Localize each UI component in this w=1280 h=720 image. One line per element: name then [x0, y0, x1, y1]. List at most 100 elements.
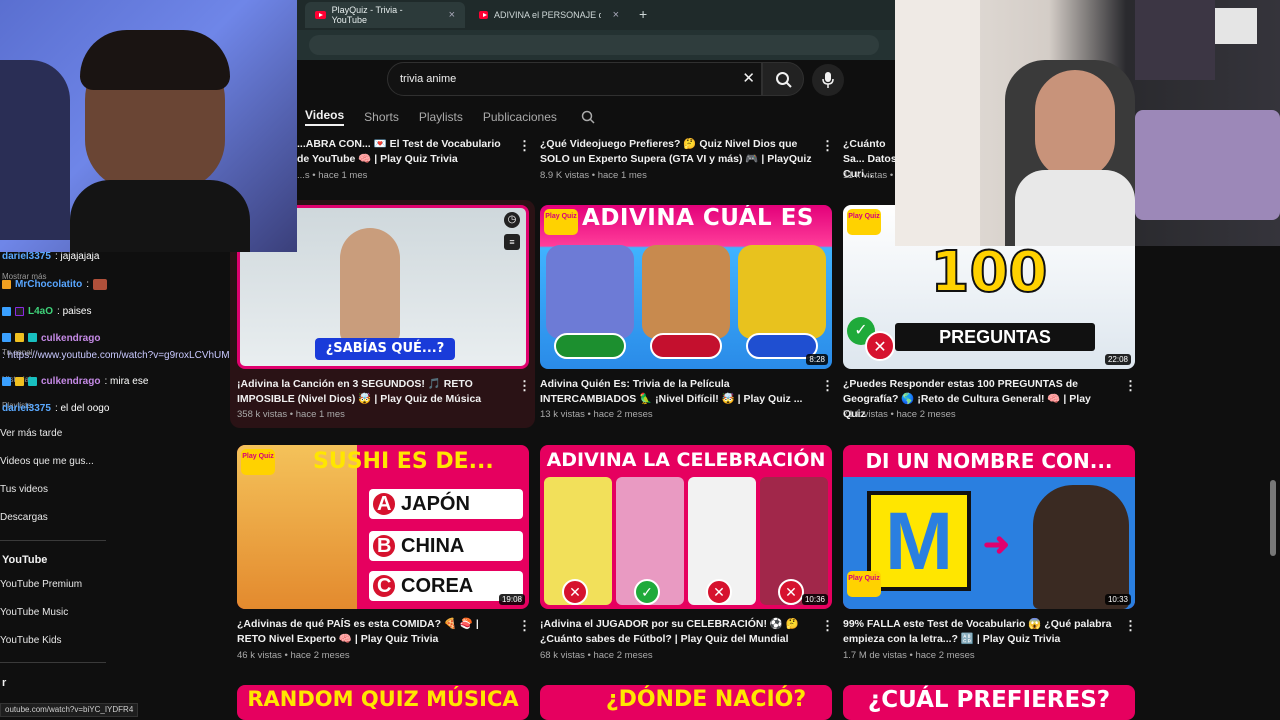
- badge-icon: [2, 280, 11, 289]
- channel-search-icon[interactable]: [581, 110, 595, 124]
- search-input[interactable]: trivia anime ✕: [387, 62, 762, 96]
- badge-icon: [28, 333, 37, 342]
- new-tab-button[interactable]: +: [639, 6, 647, 22]
- letter-box: M: [867, 491, 971, 591]
- thumbnail-caption: RANDOM QUIZ MÚSICA: [247, 687, 519, 711]
- sidebar-item-youtube-premium[interactable]: YouTube Premium: [0, 579, 82, 590]
- video-thumbnail[interactable]: ¿CUÁL PREFIERES?: [843, 685, 1135, 720]
- chat-text: : el del oogo: [54, 403, 110, 414]
- voice-search-button[interactable]: [812, 64, 844, 96]
- sidebar-item-downloads[interactable]: Descargas: [0, 512, 48, 523]
- sidebar-item-youtube-kids[interactable]: YouTube Kids: [0, 635, 62, 646]
- more-options-icon[interactable]: ⋮: [821, 378, 834, 394]
- sidebar-item-your-videos[interactable]: Tus videos: [0, 484, 48, 495]
- chat-link[interactable]: : https://www.youtube.com/watch?v=g9roxL…: [2, 348, 242, 363]
- channel-tabs: Videos Shorts Playlists Publicaciones: [305, 106, 595, 128]
- browser-tabstrip: PlayQuiz - Trivia - YouTube × ADIVINA el…: [297, 0, 895, 30]
- tab-videos[interactable]: Videos: [305, 108, 345, 126]
- badge-icon: [2, 307, 11, 316]
- person-image: [340, 228, 400, 343]
- close-icon[interactable]: ×: [449, 9, 455, 21]
- tab-playlists[interactable]: Playlists: [419, 110, 463, 124]
- video-title[interactable]: 99% FALLA este Test de Vocabulario 😱 ¿Qu…: [843, 617, 1113, 647]
- sidebar-section-more-from-youtube: YouTube: [2, 554, 48, 566]
- video-title[interactable]: ¿Qué Videojuego Prefieres? 🤔 Quiz Nivel …: [540, 137, 815, 167]
- more-options-icon[interactable]: ⋮: [821, 138, 834, 154]
- sidebar-item-liked-videos[interactable]: Videos que me gus...: [0, 456, 94, 467]
- video-title[interactable]: ¡Adivina el JUGADOR por su CELEBRACIÓN! …: [540, 617, 810, 647]
- address-bar[interactable]: [309, 35, 879, 55]
- video-thumbnail[interactable]: DI UN NOMBRE CON... M ➜ Play Quiz 10:33: [843, 445, 1135, 609]
- person-image: [1033, 485, 1129, 609]
- close-icon[interactable]: ×: [613, 9, 619, 21]
- video-title[interactable]: ¡Adivina la Canción en 3 SEGUNDOS! 🎵 RET…: [237, 377, 507, 407]
- more-options-icon[interactable]: ⋮: [518, 378, 531, 394]
- video-duration: 8:28: [806, 354, 828, 365]
- chat-message: L4aO : paises: [2, 306, 91, 317]
- more-options-icon[interactable]: ⋮: [518, 138, 531, 154]
- link-status-bar: outube.com/watch?v=biYC_IYDFR4: [0, 703, 139, 717]
- chat-username[interactable]: culkendrago: [41, 376, 100, 387]
- chat-text: : jajajajaja: [54, 251, 100, 262]
- video-thumbnail[interactable]: ADIVINA LA CELEBRACIÓN ✕ ✓ ✕ ✕ 10:36: [540, 445, 832, 609]
- badge-icon: [15, 307, 24, 316]
- more-options-icon[interactable]: ⋮: [1124, 378, 1137, 394]
- video-meta: 8.9 K vistas • hace 1 mes: [540, 170, 647, 181]
- video-duration: 10:36: [801, 594, 828, 605]
- character-b-image: [642, 245, 730, 339]
- video-thumbnail[interactable]: Play Quiz SUSHI ES DE... A JAPÓN B CHINA…: [237, 445, 529, 609]
- video-meta: 358 k vistas • hace 1 mes: [237, 409, 345, 420]
- chat-username[interactable]: culkendrago: [41, 333, 100, 344]
- clear-search-icon[interactable]: ✕: [742, 69, 755, 87]
- wall-posters-image: [1135, 0, 1215, 80]
- video-thumbnail[interactable]: ¿DÓNDE NACIÓ?: [540, 685, 832, 720]
- browser-tab-playquiz[interactable]: PlayQuiz - Trivia - YouTube ×: [305, 2, 465, 28]
- more-options-icon[interactable]: ⋮: [518, 618, 531, 634]
- streamer-shirt-image: [70, 180, 250, 252]
- badge-icon: [15, 377, 24, 386]
- video-thumbnail[interactable]: Play Quiz ADIVINA CUÁL ES 8:28: [540, 205, 832, 369]
- badge-icon: [2, 377, 11, 386]
- play-quiz-logo: Play Quiz: [847, 571, 881, 597]
- chat-username[interactable]: dariel3375: [2, 251, 51, 262]
- arrow-icon: ➜: [983, 526, 1010, 562]
- search-button[interactable]: [762, 62, 804, 96]
- cross-icon: ✕: [706, 579, 732, 605]
- page-scrollbar[interactable]: [1270, 480, 1276, 556]
- guest-webcam: [895, 0, 1280, 246]
- youtube-favicon-icon: [315, 11, 326, 19]
- option-a: A JAPÓN: [369, 489, 523, 519]
- watch-later-icon[interactable]: ◷: [504, 212, 520, 228]
- chat-username[interactable]: MrChocolatito: [15, 279, 82, 290]
- chat-username[interactable]: L4aO: [28, 306, 53, 317]
- chat-message: MrChocolatito :: [2, 279, 107, 290]
- video-title[interactable]: Adivina Quién Es: Trivia de la Película …: [540, 377, 810, 407]
- video-title[interactable]: ¿Adivinas de qué PAÍS es esta COMIDA? 🍕 …: [237, 617, 507, 647]
- tab-shorts[interactable]: Shorts: [364, 110, 399, 124]
- more-options-icon[interactable]: ⋮: [821, 618, 834, 634]
- emote-icon: [93, 279, 107, 290]
- chat-message: culkendrago : mira ese: [2, 376, 148, 387]
- play-quiz-logo: Play Quiz: [847, 209, 881, 235]
- add-to-queue-icon[interactable]: ≡: [504, 234, 520, 250]
- tab-posts[interactable]: Publicaciones: [483, 110, 557, 124]
- video-duration: 22:08: [1104, 354, 1131, 365]
- browser-tab-adivina[interactable]: ADIVINA el PERSONAJE de NA ×: [469, 2, 629, 28]
- video-meta: 46 k vistas • hace 2 meses: [237, 650, 350, 661]
- thumbnail-caption: DI UN NOMBRE CON...: [865, 449, 1113, 473]
- chat-username[interactable]: dariel3375: [2, 403, 51, 414]
- video-meta: 11 k vistas • hace...: [843, 170, 896, 181]
- character-a-image: [546, 245, 634, 339]
- video-title[interactable]: ...ABRA CON... 💌 El Test de Vocabulario …: [297, 137, 512, 167]
- sidebar-item-watch-later[interactable]: Ver más tarde: [0, 428, 62, 439]
- sidebar-item-youtube-music[interactable]: YouTube Music: [0, 607, 68, 618]
- tab-title: ADIVINA el PERSONAJE de NA: [494, 10, 601, 20]
- cross-icon: ✕: [562, 579, 588, 605]
- search-icon: [776, 72, 792, 88]
- more-options-icon[interactable]: ⋮: [1124, 618, 1137, 634]
- preguntas-banner: PREGUNTAS: [895, 323, 1095, 351]
- video-duration: 19:08: [498, 594, 525, 605]
- video-thumbnail[interactable]: RANDOM QUIZ MÚSICA: [237, 685, 529, 720]
- thumbnail-caption: 100: [843, 244, 1135, 302]
- thumbnail-caption: ADIVINA CUÁL ES: [582, 205, 814, 231]
